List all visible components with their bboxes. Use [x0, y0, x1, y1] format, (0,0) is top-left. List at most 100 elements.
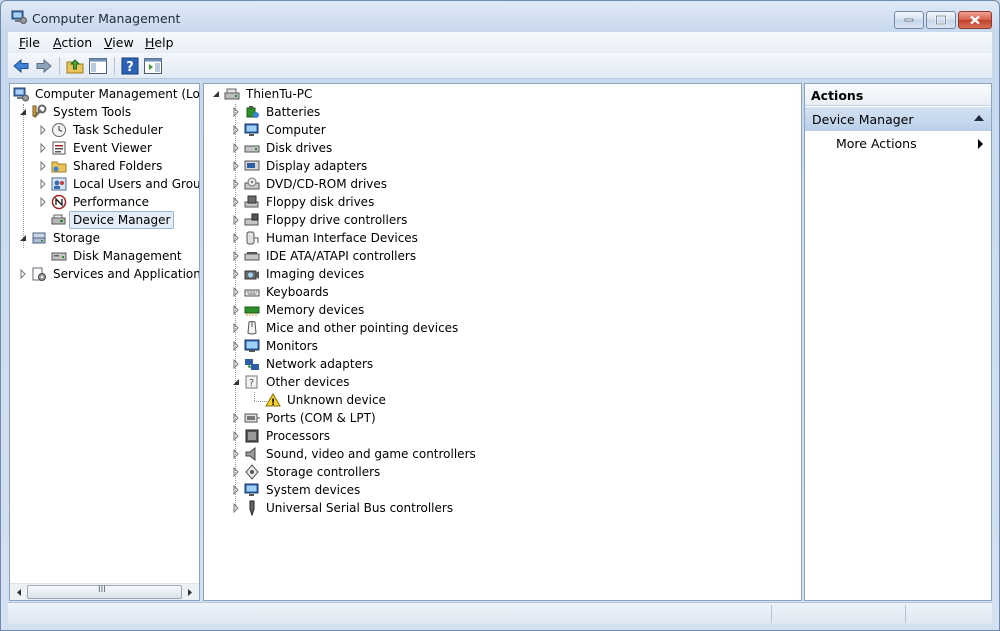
expand-arrow-icon[interactable]: [38, 175, 48, 193]
device-category[interactable]: Network adapters: [204, 355, 604, 373]
device-category[interactable]: Floppy disk drives: [204, 193, 604, 211]
expand-arrow-icon[interactable]: [38, 193, 48, 211]
show-hide-console-tree-icon[interactable]: [88, 56, 108, 76]
tree-item-event-viewer[interactable]: Event Viewer: [10, 139, 199, 157]
expand-arrow-icon[interactable]: [38, 139, 48, 157]
up-folder-icon[interactable]: [65, 56, 85, 76]
device-category[interactable]: Processors: [204, 427, 604, 445]
tree-item-system-tools[interactable]: System Tools: [10, 103, 199, 121]
computer-management-icon: [13, 87, 29, 102]
device-category[interactable]: System devices: [204, 481, 604, 499]
scroll-thumb[interactable]: III: [27, 585, 182, 599]
maximize-button[interactable]: [926, 11, 956, 29]
scroll-right-icon[interactable]: [182, 585, 198, 600]
expand-arrow-icon[interactable]: [231, 175, 241, 193]
device-category[interactable]: Keyboards: [204, 283, 604, 301]
device-category[interactable]: Monitors: [204, 337, 604, 355]
tree-item-disk-management[interactable]: Disk Management: [10, 247, 199, 265]
device-tree-root[interactable]: ThienTu-PC: [204, 85, 504, 103]
device-category[interactable]: Universal Serial Bus controllers: [204, 499, 604, 517]
expand-arrow-icon[interactable]: [231, 283, 241, 301]
mouse-icon: [247, 321, 257, 335]
toolbar: ?: [8, 53, 992, 79]
device-category[interactable]: ? Other devices: [204, 373, 604, 391]
collapse-up-icon[interactable]: [974, 115, 984, 121]
device-category[interactable]: Ports (COM & LPT): [204, 409, 604, 427]
expand-arrow-icon[interactable]: [231, 319, 241, 337]
expand-arrow-icon[interactable]: [231, 139, 241, 157]
expand-arrow-icon[interactable]: [231, 463, 241, 481]
expand-arrow-icon[interactable]: [231, 247, 241, 265]
device-category[interactable]: Disk drives: [204, 139, 604, 157]
expand-arrow-icon[interactable]: [231, 103, 241, 121]
menu-help[interactable]: Help: [145, 35, 174, 50]
device-category[interactable]: Floppy drive controllers: [204, 211, 604, 229]
disk-drive-icon: [244, 145, 260, 153]
device-category[interactable]: Human Interface Devices: [204, 229, 604, 247]
console-tree-pane[interactable]: Computer Management (Local System Tools …: [9, 83, 200, 601]
device-category[interactable]: DVD/CD-ROM drives: [204, 175, 604, 193]
back-arrow-icon[interactable]: [11, 56, 31, 76]
expand-arrow-icon[interactable]: [231, 157, 241, 175]
expand-arrow-icon[interactable]: [231, 427, 241, 445]
device-item[interactable]: ! Unknown device: [204, 391, 604, 409]
forward-arrow-icon[interactable]: [34, 56, 54, 76]
processor-icon: [245, 429, 259, 443]
collapse-arrow-icon[interactable]: [18, 103, 28, 121]
help-icon[interactable]: ?: [120, 56, 140, 76]
tree-item-services[interactable]: Services and Applications: [10, 265, 199, 283]
expand-arrow-icon[interactable]: [231, 445, 241, 463]
tree-root[interactable]: Computer Management (Local: [10, 85, 199, 103]
expand-arrow-icon[interactable]: [231, 355, 241, 373]
expand-arrow-icon[interactable]: [38, 121, 48, 139]
expand-arrow-icon[interactable]: [231, 499, 241, 517]
expand-arrow-icon[interactable]: [231, 337, 241, 355]
expand-arrow-icon[interactable]: [231, 121, 241, 139]
menu-view[interactable]: View: [104, 35, 134, 50]
expand-arrow-icon[interactable]: [38, 157, 48, 175]
device-category[interactable]: Memory devices: [204, 301, 604, 319]
scroll-left-icon[interactable]: [11, 585, 27, 600]
tree-item-local-users[interactable]: Local Users and Groups: [10, 175, 199, 193]
expand-arrow-icon[interactable]: [231, 409, 241, 427]
collapse-arrow-icon[interactable]: [18, 229, 28, 247]
expand-arrow-icon[interactable]: [231, 229, 241, 247]
tree-item-storage[interactable]: Storage: [10, 229, 199, 247]
show-hide-action-pane-icon[interactable]: [143, 56, 163, 76]
storage-icon: [32, 232, 46, 244]
device-category[interactable]: Sound, video and game controllers: [204, 445, 604, 463]
collapse-arrow-icon[interactable]: [231, 373, 241, 391]
menu-file[interactable]: File: [19, 35, 40, 50]
more-actions-link[interactable]: More Actions: [836, 136, 917, 151]
expand-arrow-icon[interactable]: [18, 265, 28, 283]
expand-arrow-icon[interactable]: [231, 481, 241, 499]
actions-section-device-manager[interactable]: Device Manager: [805, 107, 991, 131]
close-button[interactable]: [958, 11, 992, 29]
device-category[interactable]: Storage controllers: [204, 463, 604, 481]
device-category[interactable]: Imaging devices: [204, 265, 604, 283]
device-category[interactable]: Mice and other pointing devices: [204, 319, 604, 337]
tree-item-shared-folders[interactable]: Shared Folders: [10, 157, 199, 175]
device-category[interactable]: IDE ATA/ATAPI controllers: [204, 247, 604, 265]
collapse-arrow-icon[interactable]: [211, 85, 221, 103]
expand-arrow-icon[interactable]: [231, 193, 241, 211]
device-tree-pane[interactable]: ThienTu-PC Batteries Computer Disk drives D…: [203, 83, 802, 601]
device-label: Unknown device: [287, 393, 386, 407]
device-label: DVD/CD-ROM drives: [266, 177, 388, 191]
menu-action[interactable]: Action: [53, 35, 92, 50]
expand-arrow-icon[interactable]: [231, 211, 241, 229]
device-category[interactable]: Display adapters: [204, 157, 604, 175]
horizontal-scrollbar[interactable]: III: [10, 583, 199, 600]
tree-item-task-scheduler[interactable]: Task Scheduler: [10, 121, 199, 139]
tree-item-device-manager[interactable]: Device Manager: [10, 211, 199, 229]
device-category[interactable]: Batteries: [204, 103, 604, 121]
expand-arrow-icon[interactable]: [231, 265, 241, 283]
computer-name: ThienTu-PC: [246, 87, 313, 101]
tree-item-performance[interactable]: Performance: [10, 193, 199, 211]
minimize-button[interactable]: [894, 11, 924, 29]
title-bar[interactable]: Computer Management: [1, 1, 999, 32]
expand-arrow-icon[interactable]: [231, 301, 241, 319]
svg-text:!: !: [271, 398, 275, 408]
device-category[interactable]: Computer: [204, 121, 604, 139]
submenu-arrow-icon[interactable]: [978, 139, 983, 149]
